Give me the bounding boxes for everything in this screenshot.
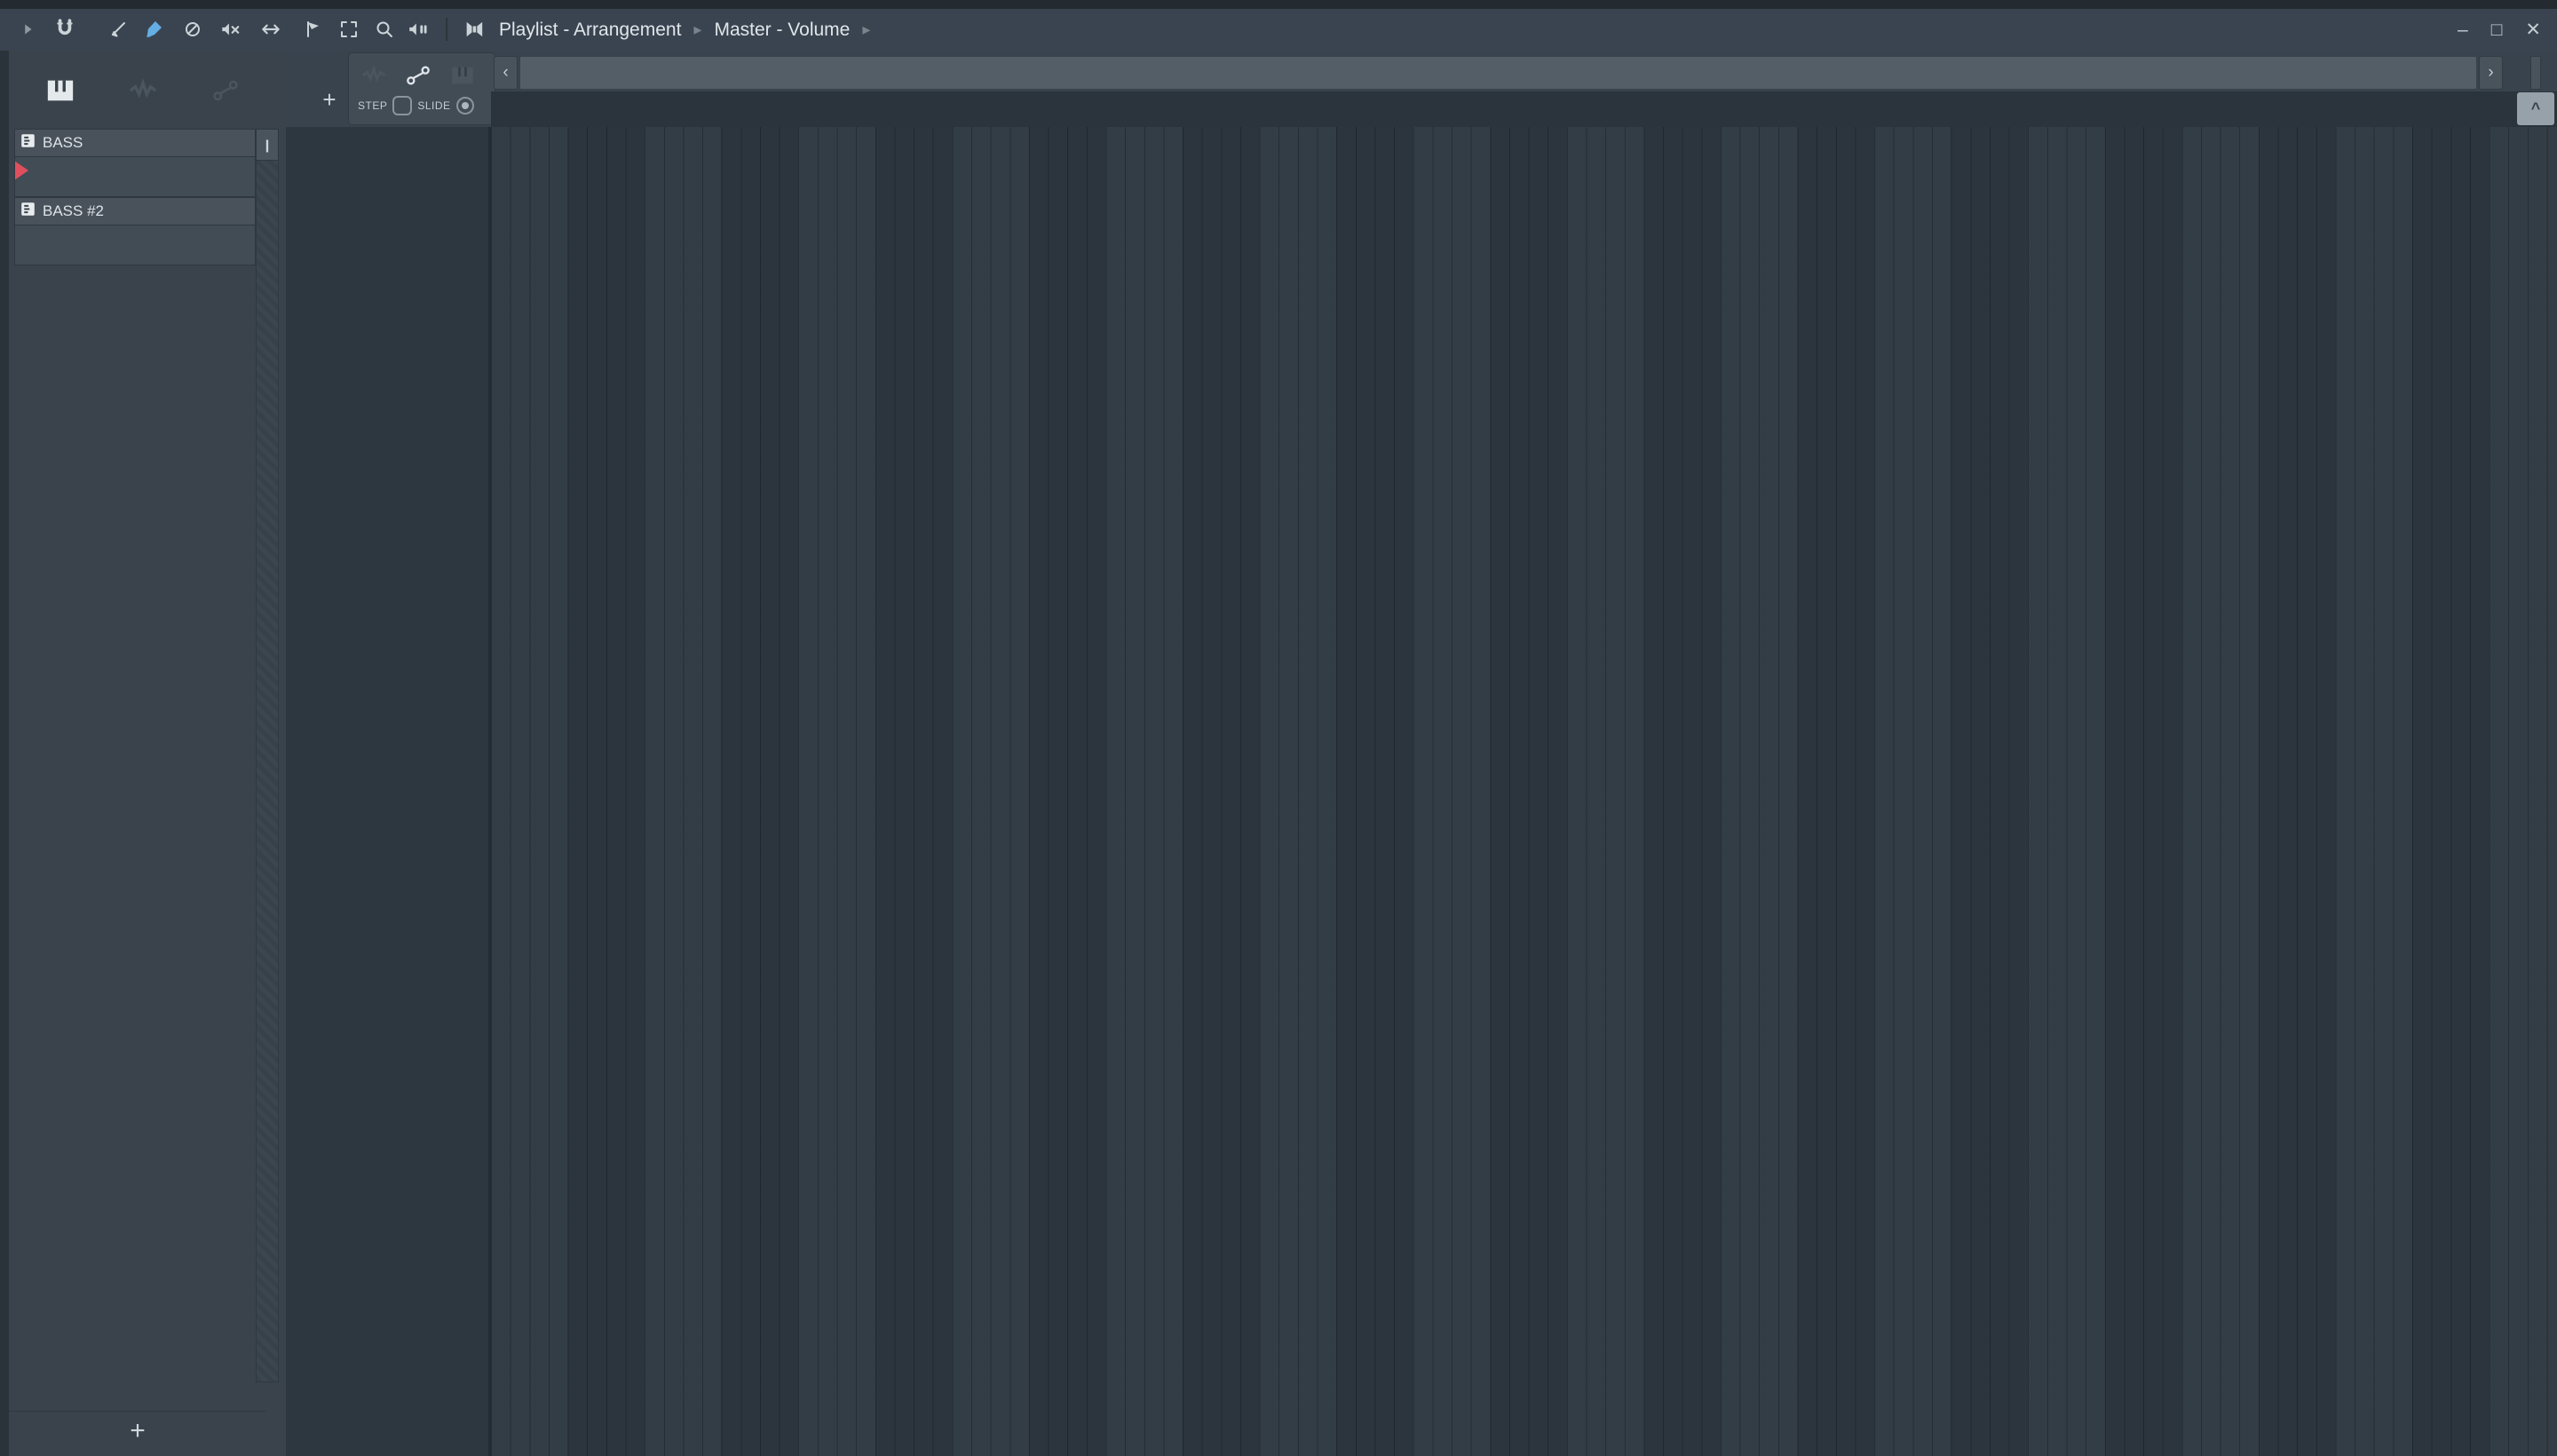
playing-pattern-marker — [15, 161, 28, 180]
scrollbar-end-cap — [2530, 56, 2541, 90]
window-controls: – □ ✕ — [2458, 9, 2541, 51]
mute-tool-icon[interactable] — [215, 14, 245, 44]
paint-tool-icon[interactable] — [139, 14, 169, 44]
tracks-area — [286, 127, 2557, 1456]
stretch-icon[interactable] — [256, 14, 286, 44]
select-zone-icon[interactable] — [334, 14, 364, 44]
monitor-speaker-icon[interactable] — [460, 14, 490, 44]
automation-tab-icon[interactable] — [208, 75, 243, 106]
audio-mode-icon[interactable] — [356, 62, 392, 89]
playlist-minimap-scrollbar[interactable] — [519, 56, 2477, 90]
step-label: STEP — [358, 99, 388, 112]
performance-tool-panel: STEP SLIDE — [348, 52, 495, 125]
slide-mode-icon[interactable] — [400, 62, 436, 89]
main-toolbar: Playlist - Arrangement ▸ Master - Volume… — [0, 9, 2557, 51]
chevron-right-icon: ▸ — [862, 20, 871, 38]
pattern-preview — [14, 226, 256, 265]
timeline-ruler[interactable] — [491, 91, 2557, 129]
fl-studio-window: Playlist - Arrangement ▸ Master - Volume… — [0, 0, 2557, 1456]
slide-label: SLIDE — [417, 99, 451, 112]
window-left-edge — [0, 51, 9, 1456]
window-top-edge — [0, 0, 2557, 9]
no-snap-icon[interactable] — [178, 14, 208, 44]
collapse-ruler-button[interactable]: ^ — [2517, 92, 2554, 125]
pattern-icon — [20, 133, 36, 153]
grid-background — [491, 127, 2557, 1456]
magnet-icon[interactable] — [50, 14, 80, 44]
pattern-list: BASS BASS #2 — [14, 129, 256, 265]
header-lane-divider — [488, 127, 491, 1456]
scroll-right-button[interactable]: › — [2479, 56, 2503, 90]
slip-tool-icon[interactable] — [103, 14, 133, 44]
pattern-preview — [14, 157, 256, 197]
pattern-item[interactable]: BASS #2 — [14, 197, 256, 265]
piano-mode-icon[interactable] — [445, 62, 480, 89]
flag-marker-icon[interactable] — [298, 14, 329, 44]
picker-tabs — [9, 51, 286, 124]
breadcrumb: Playlist - Arrangement ▸ Master - Volume… — [499, 9, 870, 51]
playlist-window: + STEP SLIDE ‹ › ^ — [286, 51, 2557, 1456]
step-toggle[interactable] — [392, 96, 413, 115]
maximize-button[interactable]: □ — [2491, 20, 2503, 41]
slide-toggle[interactable] — [455, 97, 474, 115]
add-pattern-button[interactable]: + — [9, 1411, 266, 1451]
scroll-left-button[interactable]: ‹ — [494, 56, 518, 90]
toolbar-divider — [446, 18, 447, 41]
chevron-right-icon: ▸ — [693, 20, 702, 38]
close-button[interactable]: ✕ — [2525, 19, 2541, 41]
audio-tab-icon[interactable] — [125, 75, 161, 106]
pattern-list-scroll-handle[interactable]: ❙ — [256, 129, 279, 161]
add-track-mode-button[interactable]: + — [316, 86, 343, 113]
pattern-name: BASS #2 — [43, 202, 104, 219]
pattern-icon — [20, 202, 36, 221]
picker-panel: BASS BASS #2 ❙ + — [9, 51, 287, 1456]
play-arrow-icon[interactable] — [12, 14, 43, 44]
breadcrumb-selection[interactable]: Master - Volume — [714, 20, 850, 41]
breadcrumb-playlist[interactable]: Playlist - Arrangement — [499, 20, 681, 41]
zoom-icon[interactable] — [369, 14, 400, 44]
pattern-item[interactable]: BASS — [14, 129, 256, 197]
pattern-list-scrollbar[interactable] — [256, 129, 279, 1382]
piano-tab-icon[interactable] — [43, 75, 78, 106]
pattern-name: BASS — [43, 134, 83, 151]
playback-preview-icon[interactable] — [403, 14, 433, 44]
minimize-button[interactable]: – — [2458, 20, 2468, 41]
